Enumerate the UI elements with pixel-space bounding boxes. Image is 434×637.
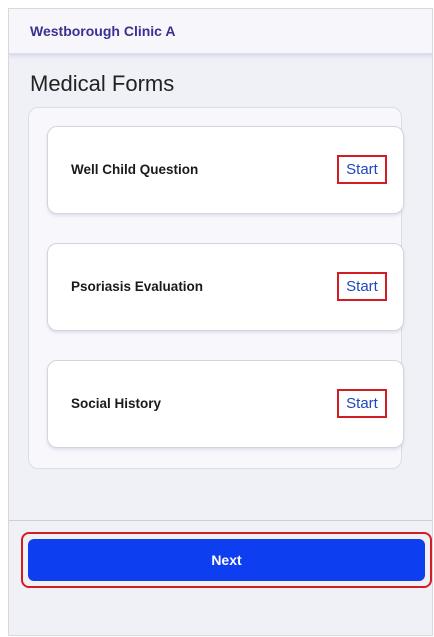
start-button[interactable]: Start xyxy=(337,389,387,418)
form-item-social-history: Social History Start xyxy=(47,360,404,448)
form-name: Psoriasis Evaluation xyxy=(71,279,204,294)
form-item-psoriasis-evaluation: Psoriasis Evaluation Start xyxy=(47,243,404,331)
start-button[interactable]: Start xyxy=(337,272,387,301)
clinic-name: Westborough Clinic A xyxy=(30,23,176,39)
page-title: Medical Forms xyxy=(30,71,175,96)
next-button[interactable]: Next xyxy=(28,539,425,581)
forms-list: Well Child Question Start Psoriasis Eval… xyxy=(28,107,404,469)
start-button[interactable]: Start xyxy=(337,155,387,184)
footer-divider xyxy=(9,520,432,521)
app-frame: Westborough Clinic A Medical Forms Well … xyxy=(8,8,433,636)
form-name: Well Child Question xyxy=(71,162,199,177)
app-header: Westborough Clinic A xyxy=(9,9,432,55)
form-name: Social History xyxy=(71,396,162,411)
form-item-well-child-question: Well Child Question Start xyxy=(47,126,404,214)
